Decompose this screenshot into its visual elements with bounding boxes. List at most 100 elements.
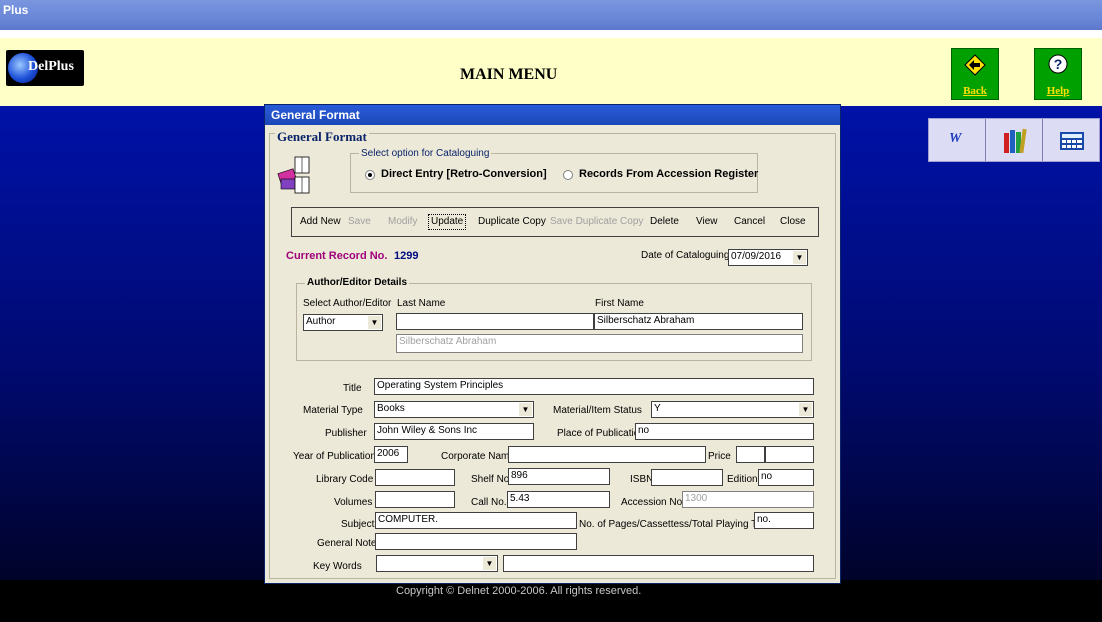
window-title-bar: Plus [0,0,1102,30]
volumes-label: Volumes [334,497,373,508]
corporate-label: Corporate Name [441,451,515,462]
publisher-label: Publisher [325,428,367,439]
price-field-2[interactable] [765,446,814,463]
tool-strip: W [928,118,1100,162]
keywords-select[interactable]: ▼ [376,555,498,572]
chevron-down-icon[interactable]: ▼ [368,316,381,329]
records-accession-radio[interactable] [563,170,573,180]
status-label: Material/Item Status [553,405,642,416]
last-name-label: Last Name [397,298,446,309]
cancel-button[interactable]: Cancel [734,216,765,227]
edition-field[interactable]: no [758,469,814,486]
author-type-value: Author [306,316,336,327]
save-duplicate-copy-button[interactable]: Save Duplicate Copy [550,216,643,227]
word-icon: W [949,131,962,146]
record-toolbar: Add New Save Modify Update Duplicate Cop… [291,207,819,237]
save-button[interactable]: Save [348,216,371,227]
view-button[interactable]: View [696,216,718,227]
shelf-label: Shelf No. [471,474,513,485]
current-record-label: Current Record No. [286,250,388,262]
general-note-field[interactable] [375,533,577,550]
page-title: MAIN MENU [460,66,558,83]
help-label: Help [1046,85,1070,97]
back-button[interactable]: Back [951,48,999,100]
subject-label: Subject [341,519,375,530]
isbn-label: ISBN [630,474,654,485]
pages-field[interactable]: no. [754,512,814,529]
current-record-value: 1299 [394,250,419,262]
first-name-label: First Name [595,298,644,309]
accession-field: 1300 [682,491,814,508]
keywords-label: Key Words [313,561,362,572]
header-band: DelPlus MAIN MENU Back ? Help [0,38,1102,106]
corporate-field[interactable] [508,446,706,463]
svg-text:?: ? [1054,56,1063,72]
material-type-label: Material Type [303,405,363,416]
calculator-icon [1060,132,1084,150]
author-editor-legend: Author/Editor Details [305,277,410,288]
delete-button[interactable]: Delete [650,216,679,227]
library-code-label: Library Code [316,474,374,485]
first-name-field[interactable]: Silberschatz Abraham [594,313,803,330]
library-code-field[interactable] [375,469,455,486]
logo-text: DelPlus [28,59,74,74]
isbn-field[interactable] [651,469,723,486]
publisher-field[interactable]: John Wiley & Sons Inc [374,423,534,440]
date-cataloguing-field[interactable]: 07/09/2016 ▼ [728,249,808,266]
records-accession-label: Records From Accession Register [579,168,759,180]
direct-entry-radio[interactable] [365,170,375,180]
keywords-text-field[interactable] [503,555,814,572]
dialog-caption: General Format [265,105,840,125]
material-type-select[interactable]: Books ▼ [374,401,534,418]
title-field[interactable]: Operating System Principles [374,378,814,395]
shelf-field[interactable]: 896 [508,468,610,485]
back-arrow-icon [964,54,986,76]
status-value: Y [654,403,661,414]
price-label: Price [708,451,731,462]
year-field[interactable]: 2006 [374,446,408,463]
year-label: Year of Publication [293,451,377,462]
author-type-select[interactable]: Author ▼ [303,314,383,331]
accession-label: Accession No. [621,497,685,508]
chevron-down-icon[interactable]: ▼ [799,403,812,416]
call-field[interactable]: 5.43 [507,491,610,508]
books-icon [1004,128,1027,154]
add-new-button[interactable]: Add New [300,216,341,227]
chevron-down-icon[interactable]: ▼ [519,403,532,416]
copyright-text: Copyright © Delnet 2000-2006. All rights… [396,585,642,597]
general-format-dialog: General Format General Format Select opt… [264,104,841,584]
close-button[interactable]: Close [780,216,806,227]
last-name-field[interactable] [396,313,594,330]
frame-title: General Format [275,129,369,145]
place-field[interactable]: no [635,423,814,440]
subject-field[interactable]: COMPUTER. [375,512,577,529]
back-label: Back [963,85,987,97]
chevron-down-icon[interactable]: ▼ [793,251,806,264]
library-tool-button[interactable] [986,119,1043,161]
direct-entry-label: Direct Entry [Retro-Conversion] [381,168,547,180]
select-author-label: Select Author/Editor [303,298,392,309]
general-note-label: General Note [317,538,377,549]
pages-label: No. of Pages/Cassettess/Total Playing Ti… [579,519,773,530]
word-tool-button[interactable]: W [929,119,986,161]
delplus-logo: DelPlus [6,50,84,86]
edition-label: Edition [727,474,758,485]
place-label: Place of Publication [557,428,645,439]
update-button[interactable]: Update [428,214,467,230]
help-question-icon: ? [1048,54,1068,74]
date-cataloguing-label: Date of Cataloguing [641,250,730,261]
calculator-tool-button[interactable] [1043,119,1099,161]
duplicate-copy-button[interactable]: Duplicate Copy [478,216,546,227]
chevron-down-icon[interactable]: ▼ [483,557,496,570]
price-field[interactable] [736,446,765,463]
status-select[interactable]: Y ▼ [651,401,814,418]
modify-button[interactable]: Modify [388,216,417,227]
full-name-field: Silberschatz Abraham [396,334,803,353]
cataloguing-option-label: Select option for Cataloguing [359,148,492,159]
books-stack-icon [277,156,310,194]
window-title: Plus [3,3,29,17]
help-button[interactable]: ? Help [1034,48,1082,100]
title-label: Title [343,383,362,394]
date-cataloguing-value: 07/09/2016 [731,251,782,262]
volumes-field[interactable] [375,491,455,508]
